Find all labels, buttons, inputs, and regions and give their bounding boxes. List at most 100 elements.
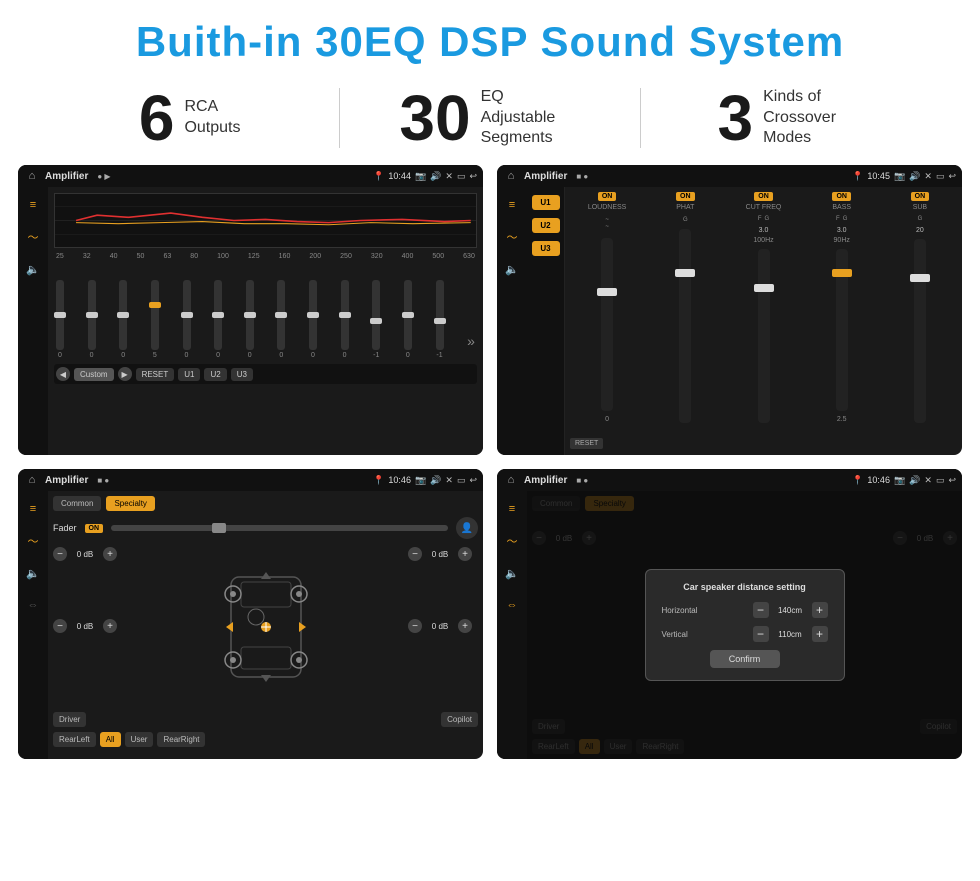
fader-on-badge[interactable]: ON xyxy=(85,524,104,533)
bass-label: BASS xyxy=(832,204,851,211)
speaker-icon-2[interactable]: 🔈 xyxy=(502,259,522,279)
confirm-btn[interactable]: Confirm xyxy=(710,650,780,668)
loudness-on[interactable]: ON xyxy=(598,192,617,201)
home-icon-2[interactable]: ⌂ xyxy=(503,168,519,184)
status-bar-1: ⌂ Amplifier ● ▶ 📍 10:44 📷 🔊 ✕ ▭ ↩ xyxy=(18,165,483,187)
sub-on[interactable]: ON xyxy=(911,192,930,201)
fader-icon[interactable]: 👤 xyxy=(456,517,478,539)
eq-arrow-right[interactable]: » xyxy=(467,333,475,359)
screen3-title: Amplifier xyxy=(45,475,88,486)
eq-icon-1[interactable]: ≡ xyxy=(23,195,43,215)
bottom-btns-3b: RearLeft All User RearRight xyxy=(53,732,478,747)
copilot-btn[interactable]: Copilot xyxy=(441,712,478,727)
horizontal-plus-btn[interactable]: + xyxy=(812,602,828,618)
db-minus-fl[interactable]: − xyxy=(53,547,67,561)
speaker-icon-3[interactable]: 🔈 xyxy=(23,563,43,583)
eq-icon-4[interactable]: ≡ xyxy=(502,499,522,519)
eq-slider-7[interactable]: 0 xyxy=(246,280,254,359)
page-title: Buith-in 30EQ DSP Sound System xyxy=(0,0,980,76)
reset-btn-eq[interactable]: RESET xyxy=(136,368,175,381)
fader-slider[interactable] xyxy=(111,525,448,531)
all-btn[interactable]: All xyxy=(100,732,121,747)
u3-btn[interactable]: U3 xyxy=(231,368,253,381)
preset-u1[interactable]: U1 xyxy=(532,195,560,210)
db-minus-fr[interactable]: − xyxy=(408,547,422,561)
wave-icon-1[interactable]: 〜 xyxy=(23,227,43,247)
rearright-btn[interactable]: RearRight xyxy=(157,732,205,747)
volume-icon-3: 🔊 xyxy=(430,475,441,486)
phat-on[interactable]: ON xyxy=(676,192,695,201)
arrows-icon-3[interactable]: ⇔ xyxy=(23,595,43,615)
db-minus-rr[interactable]: − xyxy=(408,619,422,633)
eq-icon-3[interactable]: ≡ xyxy=(23,499,43,519)
wave-icon-4[interactable]: 〜 xyxy=(502,531,522,551)
eq-slider-5[interactable]: 0 xyxy=(183,280,191,359)
rearleft-btn[interactable]: RearLeft xyxy=(53,732,96,747)
preset-u3[interactable]: U3 xyxy=(532,241,560,256)
eq-slider-3[interactable]: 0 xyxy=(119,280,127,359)
sub-slider[interactable] xyxy=(914,239,926,423)
eq-slider-4[interactable]: 5 xyxy=(151,280,159,359)
eq-slider-13[interactable]: -1 xyxy=(436,280,444,359)
time-1: 10:44 xyxy=(388,171,411,181)
speaker-icon-1[interactable]: 🔈 xyxy=(23,259,43,279)
eq-slider-1[interactable]: 0 xyxy=(56,280,64,359)
eq-slider-12[interactable]: 0 xyxy=(404,280,412,359)
home-icon-4[interactable]: ⌂ xyxy=(503,472,519,488)
vertical-minus-btn[interactable]: − xyxy=(753,626,769,642)
db-plus-fl[interactable]: + xyxy=(103,547,117,561)
arrows-icon-4[interactable]: ⇔ xyxy=(502,595,522,615)
db-plus-rr[interactable]: + xyxy=(458,619,472,633)
screen4-main: Common Specialty − 0 dB + − 0 dB + xyxy=(527,491,962,759)
screen3-content: ≡ 〜 🔈 ⇔ Common Specialty Fader ON 👤 xyxy=(18,491,483,759)
driver-btn[interactable]: Driver xyxy=(53,712,86,727)
speaker-right-col: − 0 dB + − 0 dB + xyxy=(408,547,478,707)
eq-slider-2[interactable]: 0 xyxy=(88,280,96,359)
preset-u2[interactable]: U2 xyxy=(532,218,560,233)
back-icon-2: ↩ xyxy=(948,171,956,182)
eq-icon-2[interactable]: ≡ xyxy=(502,195,522,215)
eq-slider-9[interactable]: 0 xyxy=(309,280,317,359)
status-bar-2: ⌂ Amplifier ■ ● 📍 10:45 📷 🔊 ✕ ▭ ↩ xyxy=(497,165,962,187)
eq-slider-10[interactable]: 0 xyxy=(341,280,349,359)
custom-btn[interactable]: Custom xyxy=(74,368,114,381)
screen4-indicator: ■ ● xyxy=(576,476,588,485)
reset-btn-amp2[interactable]: RESET xyxy=(570,438,603,449)
eq-slider-11[interactable]: -1 xyxy=(372,280,380,359)
bass-on[interactable]: ON xyxy=(832,192,851,201)
prev-btn[interactable]: ◀ xyxy=(56,367,70,381)
horizontal-minus-btn[interactable]: − xyxy=(753,602,769,618)
location-icon-1: 📍 xyxy=(373,171,384,182)
db-minus-rl[interactable]: − xyxy=(53,619,67,633)
stat-number-rca: 6 xyxy=(139,86,175,150)
wave-icon-2[interactable]: 〜 xyxy=(502,227,522,247)
volume-icon-2: 🔊 xyxy=(909,171,920,182)
eq-slider-6[interactable]: 0 xyxy=(214,280,222,359)
speaker-icon-4[interactable]: 🔈 xyxy=(502,563,522,583)
home-icon-1[interactable]: ⌂ xyxy=(24,168,40,184)
db-plus-fr[interactable]: + xyxy=(458,547,472,561)
wave-icon-3[interactable]: 〜 xyxy=(23,531,43,551)
tab-common-3[interactable]: Common xyxy=(53,496,101,511)
eq-slider-8[interactable]: 0 xyxy=(277,280,285,359)
vertical-plus-btn[interactable]: + xyxy=(812,626,828,642)
stat-text-rca: RCAOutputs xyxy=(184,97,240,139)
cutfreq-on[interactable]: ON xyxy=(754,192,773,201)
db-value-fr: 0 dB xyxy=(425,550,455,559)
u2-btn[interactable]: U2 xyxy=(204,368,226,381)
play-btn[interactable]: ▶ xyxy=(118,367,132,381)
cutfreq-slider[interactable] xyxy=(758,249,770,423)
camera-icon-1: 📷 xyxy=(415,171,426,182)
loudness-slider[interactable] xyxy=(601,238,613,411)
user-btn-3[interactable]: User xyxy=(125,732,154,747)
bass-slider[interactable] xyxy=(836,249,848,411)
db-plus-rl[interactable]: + xyxy=(103,619,117,633)
tab-specialty-3[interactable]: Specialty xyxy=(106,496,154,511)
home-icon-3[interactable]: ⌂ xyxy=(24,472,40,488)
bottom-btns-3: Driver Copilot xyxy=(53,712,478,727)
screen2-title: Amplifier xyxy=(524,171,567,182)
u1-btn[interactable]: U1 xyxy=(178,368,200,381)
phat-slider[interactable] xyxy=(679,229,691,423)
db-control-fl: − 0 dB + xyxy=(53,547,123,561)
amp2-content: ≡ 〜 🔈 U1 U2 U3 ON LOUDNESS ~ xyxy=(497,187,962,455)
